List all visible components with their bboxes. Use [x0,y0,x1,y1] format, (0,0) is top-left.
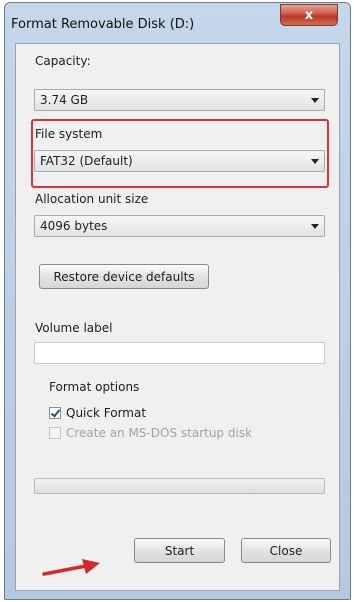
title-bar[interactable]: Format Removable Disk (D:) x [5,3,350,43]
volume-label-input[interactable] [34,342,325,364]
file-system-value: FAT32 (Default) [40,154,133,168]
allocation-unit-value: 4096 bytes [40,219,108,233]
start-button[interactable]: Start [134,538,225,563]
file-system-label: File system [35,127,103,141]
quick-format-option[interactable]: Quick Format [49,406,146,420]
quick-format-checkbox[interactable] [49,407,61,419]
msdos-startup-label: Create an MS-DOS startup disk [66,426,253,440]
format-progress-bar [34,478,325,494]
quick-format-label: Quick Format [66,406,147,420]
close-icon: x [304,7,314,23]
window-title: Format Removable Disk (D:) [11,17,195,32]
restore-device-defaults-button[interactable]: Restore device defaults [39,264,209,289]
close-window-button[interactable]: x [280,4,338,26]
volume-label-caption: Volume label [35,321,113,335]
allocation-unit-label: Allocation unit size [35,192,149,206]
dropdown-arrow-icon [311,98,319,103]
dropdown-arrow-icon [311,224,319,229]
file-system-dropdown[interactable]: FAT32 (Default) [34,150,325,172]
capacity-label: Capacity: [35,54,91,68]
format-options-label: Format options [49,380,140,394]
close-button[interactable]: Close [241,538,331,563]
allocation-unit-dropdown[interactable]: 4096 bytes [34,215,325,237]
capacity-dropdown[interactable]: 3.74 GB [34,89,325,111]
red-pointer-arrow-icon [42,559,100,576]
dropdown-arrow-icon [311,159,319,164]
capacity-value: 3.74 GB [40,93,89,107]
format-dialog-window: Format Removable Disk (D:) x Capacity: 3… [4,2,351,600]
msdos-startup-checkbox [49,427,61,439]
msdos-startup-option: Create an MS-DOS startup disk [49,426,252,440]
dialog-client-area: Capacity: 3.74 GB File system FAT32 (Def… [15,43,340,591]
